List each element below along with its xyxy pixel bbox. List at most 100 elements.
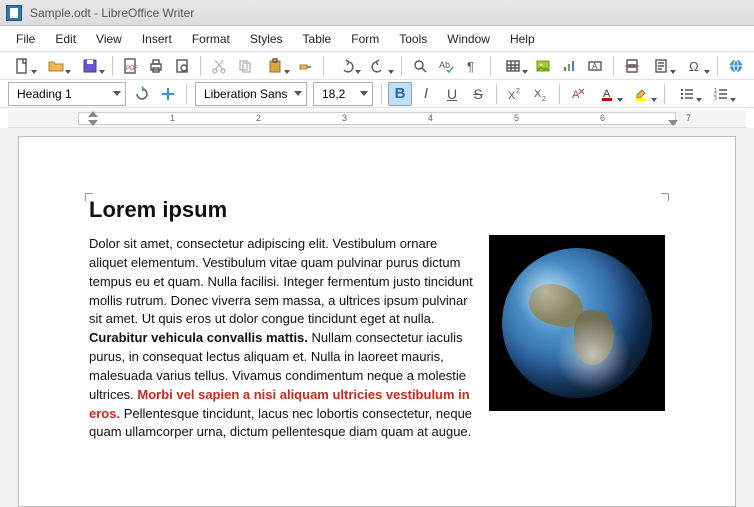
- bullet-list-button[interactable]: [671, 82, 703, 106]
- menu-window[interactable]: Window: [437, 28, 500, 50]
- separator: [381, 84, 382, 104]
- page-break-button[interactable]: [620, 54, 644, 78]
- menu-view[interactable]: View: [86, 28, 132, 50]
- horizontal-ruler[interactable]: 1 2 3 4 5 6 7: [8, 110, 746, 128]
- separator: [613, 56, 614, 76]
- ruler-tick: 1: [170, 113, 175, 123]
- clear-formatting-button[interactable]: A: [566, 82, 590, 106]
- separator: [200, 56, 201, 76]
- separator: [664, 84, 665, 104]
- separator: [717, 56, 718, 76]
- menu-tools[interactable]: Tools: [389, 28, 437, 50]
- bold-button[interactable]: B: [388, 82, 412, 106]
- spellcheck-button[interactable]: Ab: [434, 54, 458, 78]
- window-title: Sample.odt - LibreOffice Writer: [30, 6, 194, 20]
- menu-table[interactable]: Table: [293, 28, 342, 50]
- app-icon: [6, 5, 22, 21]
- svg-text:3: 3: [714, 96, 717, 102]
- svg-text:X: X: [508, 90, 516, 102]
- ruler-tick: 4: [428, 113, 433, 123]
- menu-styles[interactable]: Styles: [240, 28, 293, 50]
- insert-chart-button[interactable]: [557, 54, 581, 78]
- separator: [559, 84, 560, 104]
- open-button[interactable]: [40, 54, 72, 78]
- subscript-button[interactable]: X2: [529, 82, 553, 106]
- ruler-tick: 7: [686, 113, 691, 123]
- svg-text:A: A: [572, 89, 580, 101]
- print-button[interactable]: [144, 54, 168, 78]
- find-button[interactable]: [408, 54, 432, 78]
- ruler-tick: 5: [514, 113, 519, 123]
- margin-corner: [85, 193, 93, 201]
- insert-textbox-button[interactable]: A: [583, 54, 607, 78]
- cut-button[interactable]: [207, 54, 231, 78]
- new-button[interactable]: [6, 54, 38, 78]
- font-size-combo[interactable]: 18,2: [313, 82, 373, 106]
- update-style-button[interactable]: [130, 82, 154, 106]
- save-button[interactable]: [74, 54, 106, 78]
- formatting-marks-button[interactable]: ¶: [460, 54, 484, 78]
- page[interactable]: Lorem ipsum Dolor sit amet, consectetur …: [18, 136, 736, 507]
- redo-button[interactable]: [364, 54, 396, 78]
- svg-text:2: 2: [516, 88, 520, 95]
- svg-text:2: 2: [542, 96, 546, 102]
- copy-button[interactable]: [233, 54, 257, 78]
- left-indent-marker[interactable]: [88, 120, 98, 126]
- font-name-combo[interactable]: Liberation Sans: [195, 82, 307, 106]
- font-size-value: 18,2: [322, 87, 345, 101]
- insert-image-button[interactable]: [531, 54, 555, 78]
- paste-button[interactable]: [259, 54, 291, 78]
- text-run: Pellentesque tincidunt, lacus nec lobort…: [89, 406, 472, 440]
- separator: [323, 56, 324, 76]
- highlight-color-button[interactable]: [626, 82, 658, 106]
- menu-edit[interactable]: Edit: [45, 28, 86, 50]
- text-run-bold: Curabitur vehicula convallis mattis.: [89, 330, 308, 345]
- paragraph-style-combo[interactable]: Heading 1: [8, 82, 126, 106]
- document-workarea[interactable]: Lorem ipsum Dolor sit amet, consectetur …: [0, 128, 754, 507]
- undo-button[interactable]: [330, 54, 362, 78]
- special-char-button[interactable]: Ω: [679, 54, 711, 78]
- margin-corner: [661, 193, 669, 201]
- right-indent-marker[interactable]: [668, 120, 678, 126]
- first-line-indent-marker[interactable]: [88, 111, 98, 117]
- document-body[interactable]: Lorem ipsum Dolor sit amet, consectetur …: [89, 197, 665, 442]
- menu-help[interactable]: Help: [500, 28, 545, 50]
- export-pdf-button[interactable]: PDF: [119, 54, 143, 78]
- separator: [496, 84, 497, 104]
- print-preview-button[interactable]: [170, 54, 194, 78]
- ruler-tick: 2: [256, 113, 261, 123]
- ruler-tick: 3: [342, 113, 347, 123]
- font-color-button[interactable]: A: [592, 82, 624, 106]
- menu-format[interactable]: Format: [182, 28, 240, 50]
- numbered-list-button[interactable]: 123: [705, 82, 737, 106]
- paragraph-style-value: Heading 1: [17, 87, 72, 101]
- formatting-toolbar: Heading 1 Liberation Sans 18,2 B I U S X…: [0, 80, 754, 108]
- standard-toolbar: PDF Ab ¶ A Ω: [0, 52, 754, 80]
- font-name-value: Liberation Sans: [204, 87, 287, 101]
- clone-formatting-button[interactable]: [293, 54, 317, 78]
- text-run: Dolor sit amet, consectetur adipiscing e…: [89, 236, 473, 326]
- superscript-button[interactable]: X2: [503, 82, 527, 106]
- ruler-tick: 6: [600, 113, 605, 123]
- menu-form[interactable]: Form: [341, 28, 389, 50]
- insert-field-button[interactable]: [645, 54, 677, 78]
- svg-text:A: A: [592, 62, 598, 71]
- titlebar: Sample.odt - LibreOffice Writer: [0, 0, 754, 26]
- svg-text:PDF: PDF: [126, 66, 138, 72]
- hyperlink-button[interactable]: [724, 54, 748, 78]
- italic-button[interactable]: I: [414, 82, 438, 106]
- separator: [401, 56, 402, 76]
- insert-table-button[interactable]: [497, 54, 529, 78]
- inserted-image-earth[interactable]: [489, 235, 665, 411]
- heading-1[interactable]: Lorem ipsum: [89, 197, 665, 223]
- strikethrough-button[interactable]: S: [466, 82, 490, 106]
- separator: [490, 56, 491, 76]
- underline-button[interactable]: U: [440, 82, 464, 106]
- menubar: File Edit View Insert Format Styles Tabl…: [0, 26, 754, 52]
- svg-text:Ω: Ω: [689, 59, 699, 74]
- new-style-button[interactable]: [156, 82, 180, 106]
- svg-text:¶: ¶: [467, 59, 474, 74]
- separator: [186, 84, 187, 104]
- menu-file[interactable]: File: [6, 28, 45, 50]
- menu-insert[interactable]: Insert: [132, 28, 182, 50]
